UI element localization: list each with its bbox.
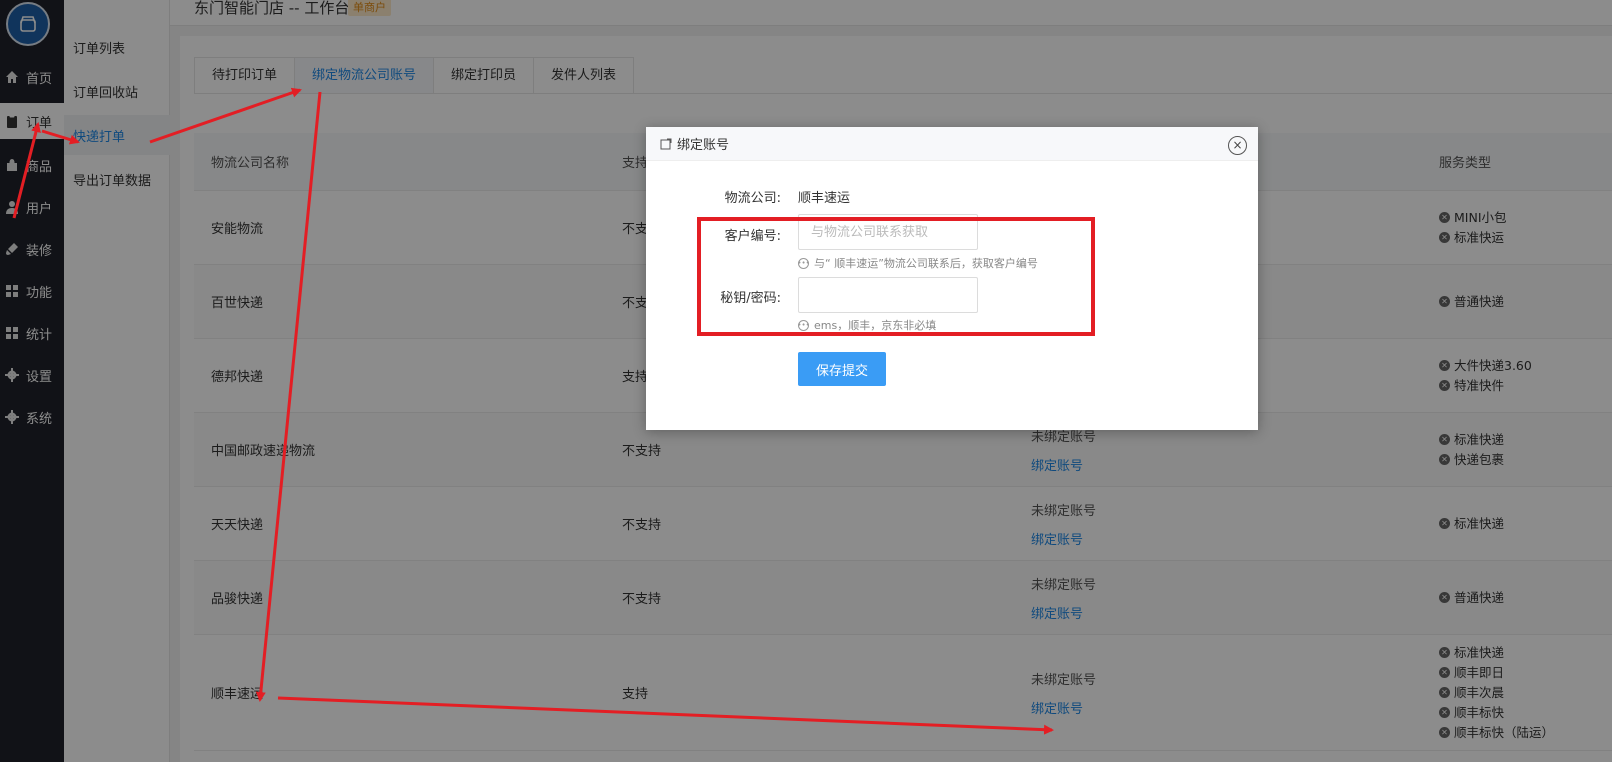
chat-icon: ••• xyxy=(797,257,810,269)
secret-input[interactable] xyxy=(798,277,978,313)
customer-number-label: 客户编号: xyxy=(724,229,781,244)
save-submit-button[interactable]: 保存提交 xyxy=(798,352,886,386)
customer-number-input[interactable] xyxy=(798,214,978,250)
chat-icon: ••• xyxy=(797,319,810,331)
company-value: 顺丰速运 xyxy=(798,191,851,206)
dialog-header: 绑定账号 xyxy=(646,127,1258,161)
customer-number-hint: ••• 与“ 顺丰速运”物流公司联系后，获取客户编号 xyxy=(797,257,1038,270)
secret-hint: ••• ems，顺丰，京东非必填 xyxy=(797,319,937,332)
dialog-title: 绑定账号 xyxy=(677,138,730,153)
secret-label: 秘钥/密码: xyxy=(720,291,781,306)
edit-icon xyxy=(660,138,672,150)
bind-account-dialog: 绑定账号 × 物流公司: 顺丰速运 客户编号: •••与“ 顺丰速运”物流公司联… xyxy=(646,127,1258,430)
close-icon[interactable]: × xyxy=(1228,136,1247,155)
company-label: 物流公司: xyxy=(724,191,781,206)
